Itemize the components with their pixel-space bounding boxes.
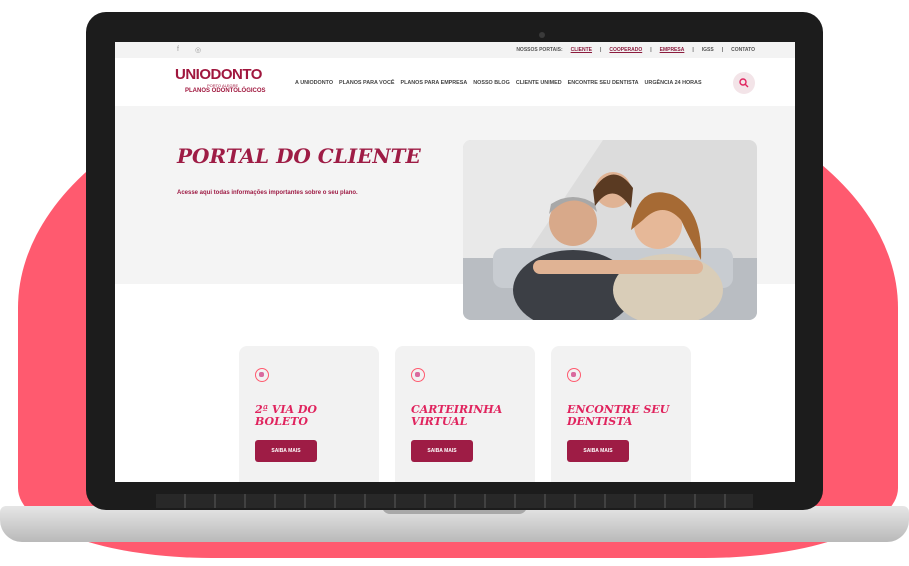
card-dentista-button[interactable]: SAIBA MAIS: [567, 440, 629, 462]
nav-item-urgencia[interactable]: URGÊNCIA 24 HORAS: [645, 80, 702, 86]
invoice-icon: [255, 368, 269, 382]
card-boleto-title: 2ª VIA DO BOLETO: [255, 403, 318, 428]
brand-logo[interactable]: UNIODONTO PORTO ALEGRE PLANOS ODONTOLÓGI…: [175, 66, 266, 94]
instagram-icon[interactable]: ◎: [195, 46, 201, 54]
laptop-keyboard-edge: [156, 494, 753, 508]
contato-link[interactable]: CONTATO: [731, 47, 755, 53]
logo-brand: UNIODONTO: [175, 66, 262, 83]
nav-item-planos-empresa[interactable]: PLANOS PARA EMPRESA: [400, 80, 467, 86]
portal-empresa-link[interactable]: EMPRESA: [660, 47, 685, 53]
search-icon: [739, 78, 749, 88]
nav-item-encontre-dentista[interactable]: ENCONTRE SEU DENTISTA: [568, 80, 639, 86]
portal-cliente-link[interactable]: CLIENTE: [571, 47, 592, 53]
main-nav: A UNIODONTO PLANOS PARA VOCÊ PLANOS PARA…: [295, 80, 702, 86]
family-photo: [463, 140, 757, 320]
nav-item-planos-voce[interactable]: PLANOS PARA VOCÊ: [339, 80, 394, 86]
portal-cooperado-link[interactable]: COOPERADO: [609, 47, 642, 53]
portals-links: NOSSOS PORTAIS: CLIENTE | COOPERADO | EM…: [516, 47, 755, 53]
portais-label: NOSSOS PORTAIS:: [516, 47, 563, 53]
card-carteirinha-button[interactable]: SAIBA MAIS: [411, 440, 473, 462]
card-boleto: 2ª VIA DO BOLETO SAIBA MAIS: [239, 346, 379, 482]
hero-subtitle: Acesse aqui todas informações importante…: [177, 190, 358, 196]
search-dentist-icon: [567, 368, 581, 382]
page-title: PORTAL DO CLIENTE: [177, 144, 421, 168]
webcam: [539, 32, 545, 38]
card-carteirinha-title: CARTEIRINHA VIRTUAL: [411, 403, 503, 428]
nav-item-cliente-unimed[interactable]: CLIENTE UNIMED: [516, 80, 562, 86]
card-dentista-title: ENCONTRE SEU DENTISTA: [567, 403, 670, 428]
card-carteirinha: CARTEIRINHA VIRTUAL SAIBA MAIS: [395, 346, 535, 482]
igss-link[interactable]: IGSS: [702, 47, 714, 53]
search-button[interactable]: [733, 72, 755, 94]
card-icon: [411, 368, 425, 382]
card-boleto-button[interactable]: SAIBA MAIS: [255, 440, 317, 462]
card-dentista: ENCONTRE SEU DENTISTA SAIBA MAIS: [551, 346, 691, 482]
top-bar: f ◎ NOSSOS PORTAIS: CLIENTE | COOPERADO …: [115, 42, 795, 58]
facebook-icon[interactable]: f: [177, 46, 179, 53]
logo-tagline: PLANOS ODONTOLÓGICOS: [185, 88, 266, 94]
service-cards: 2ª VIA DO BOLETO SAIBA MAIS CARTEIRINHA …: [239, 346, 691, 482]
nav-item-uniodonto[interactable]: A UNIODONTO: [295, 80, 333, 86]
laptop-screen: f ◎ NOSSOS PORTAIS: CLIENTE | COOPERADO …: [115, 42, 795, 482]
nav-item-blog[interactable]: NOSSO BLOG: [473, 80, 510, 86]
main-header: UNIODONTO PORTO ALEGRE PLANOS ODONTOLÓGI…: [115, 58, 795, 106]
